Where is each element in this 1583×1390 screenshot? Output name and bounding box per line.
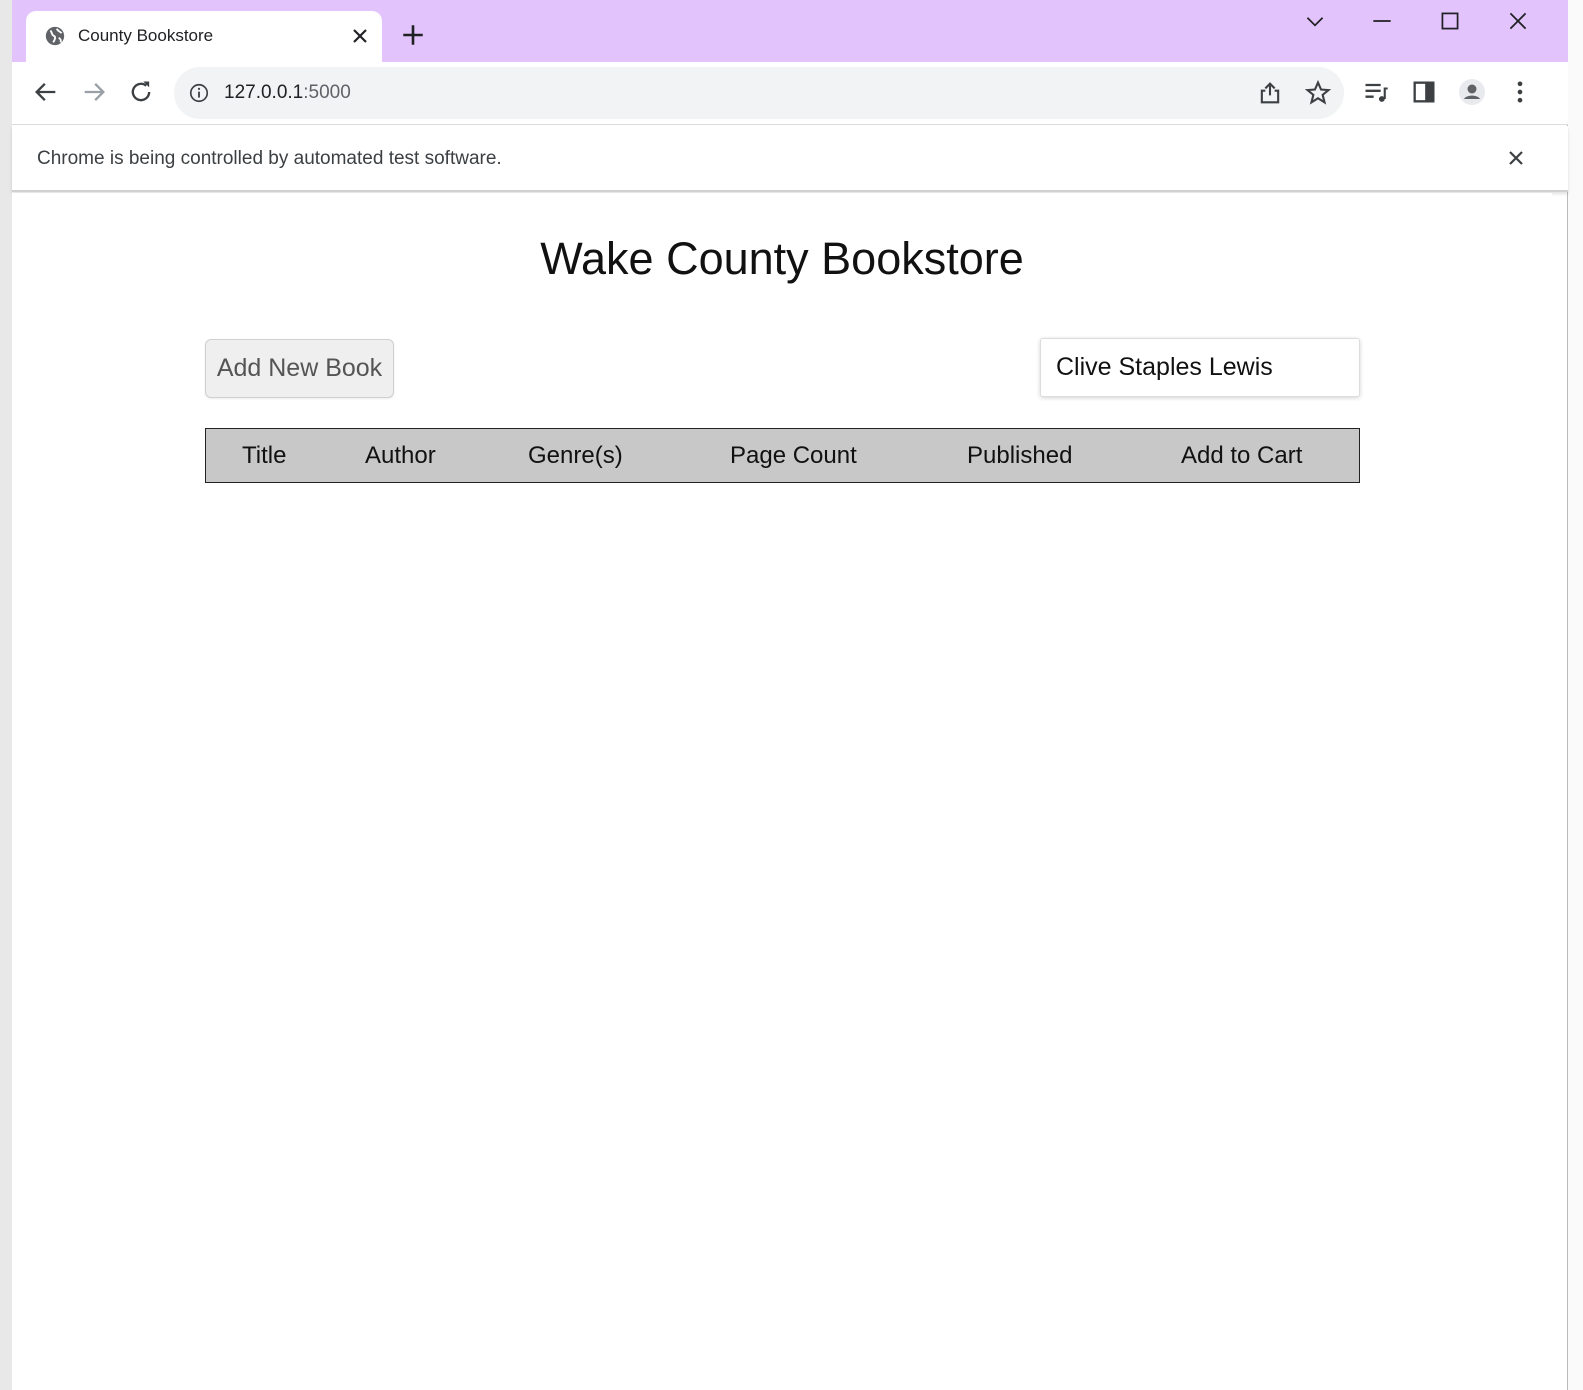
close-icon[interactable] [1504, 146, 1528, 170]
minimize-icon[interactable] [1369, 8, 1395, 34]
column-header-add-to-cart: Add to Cart [1181, 442, 1303, 469]
forward-arrow-icon[interactable] [80, 78, 108, 106]
globe-icon [45, 26, 65, 46]
underlying-app-edge [0, 0, 12, 1390]
kebab-menu-icon[interactable] [1506, 78, 1534, 106]
profile-icon[interactable] [1458, 78, 1486, 106]
back-arrow-icon[interactable] [32, 78, 60, 106]
column-header-page-count: Page Count [730, 442, 857, 469]
tab-title: County Bookstore [78, 26, 214, 45]
share-icon[interactable] [1256, 79, 1284, 107]
new-tab-icon[interactable] [400, 22, 426, 48]
address-bar[interactable]: 127.0.0.1:5000 [174, 67, 1344, 119]
tab-strip: County Bookstore [12, 0, 1568, 62]
reload-icon[interactable] [127, 78, 155, 106]
browser-window: County Bookstore 127.0.0.1:5000 Chrome i… [12, 0, 1568, 1390]
underlying-app-edge-right [1568, 0, 1583, 1390]
add-new-book-button[interactable]: Add New Book [205, 339, 394, 398]
maximize-icon[interactable] [1437, 8, 1463, 34]
close-icon[interactable] [1505, 8, 1531, 34]
url-port: :5000 [303, 82, 351, 103]
column-header-genres: Genre(s) [528, 442, 623, 469]
side-panel-icon[interactable] [1410, 78, 1438, 106]
book-table-header: Title Author Genre(s) Page Count Publish… [205, 428, 1360, 483]
automation-infobar: Chrome is being controlled by automated … [12, 126, 1568, 192]
column-header-author: Author [365, 442, 436, 469]
url-text: 127.0.0.1:5000 [224, 82, 351, 104]
column-header-published: Published [967, 442, 1073, 469]
star-icon[interactable] [1304, 79, 1332, 107]
infobar-message: Chrome is being controlled by automated … [37, 148, 502, 169]
page-title: Wake County Bookstore [540, 233, 1024, 284]
media-icon[interactable] [1362, 78, 1390, 106]
info-icon[interactable] [188, 82, 210, 104]
page-content: Wake County Bookstore Add New Book Title… [12, 193, 1552, 1390]
close-tab-icon[interactable] [348, 24, 372, 48]
column-header-title: Title [242, 442, 287, 469]
search-input[interactable] [1040, 338, 1360, 397]
chevron-down-icon[interactable] [1302, 8, 1328, 34]
url-host: 127.0.0.1 [224, 82, 304, 103]
tab-county-bookstore[interactable]: County Bookstore [26, 11, 382, 62]
toolbar: 127.0.0.1:5000 [12, 62, 1568, 125]
